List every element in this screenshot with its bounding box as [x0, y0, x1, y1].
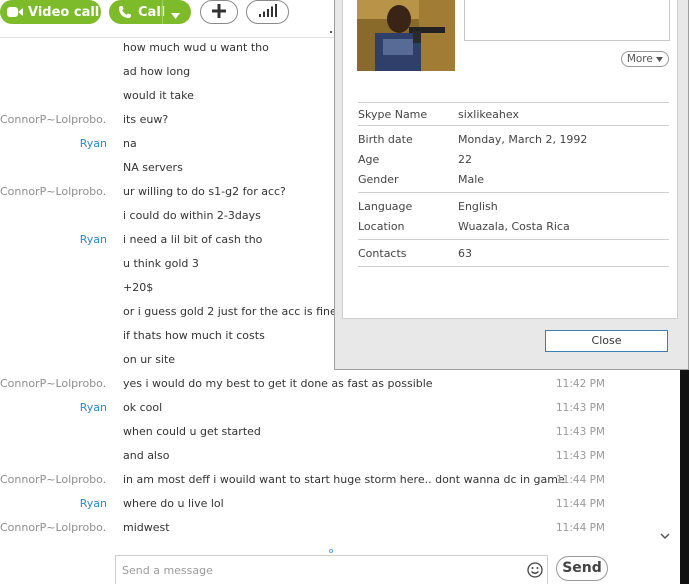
message-time: 11:43 PM [556, 426, 605, 438]
location-row: Location Wuazala, Costa Rica [358, 219, 668, 235]
message-text: in am most deff i wouild want to start h… [123, 473, 565, 486]
call-divider [162, 0, 163, 24]
video-call-button[interactable]: Video call [0, 0, 101, 24]
call-quality-button[interactable] [246, 0, 289, 24]
message-text: its euw? [123, 113, 169, 126]
message-row: ConnorP~Lolprobo... in am most deff i wo… [0, 468, 672, 492]
more-label: More [626, 53, 653, 65]
message-sender[interactable]: Ryan [0, 396, 107, 420]
window-edge [680, 370, 689, 584]
message-sender[interactable]: ConnorP~Lolprobo... [0, 372, 107, 396]
scroll-marker [330, 31, 332, 33]
message-text: ad how long [123, 65, 191, 78]
chevron-down-icon [656, 57, 664, 62]
add-participant-button[interactable] [200, 0, 238, 24]
message-text: ur willing to do s1-g2 for acc? [123, 185, 286, 198]
message-time: 11:44 PM [556, 522, 605, 534]
field-label: Location [358, 220, 405, 233]
smiley-icon[interactable] [527, 562, 543, 578]
message-text: where do u live lol [123, 497, 224, 510]
profile-panel: More Skype Name sixlikeahex Birth date M… [334, 0, 689, 370]
call-toolbar: Video call Call [0, 0, 340, 26]
message-text: NA servers [123, 161, 183, 174]
field-label: Gender [358, 173, 399, 186]
message-text: yes i would do my best to get it done as… [123, 377, 433, 390]
birth-date-row: Birth date Monday, March 2, 1992 [358, 132, 668, 148]
message-text: how much wud u want tho [123, 41, 269, 54]
message-text: na [123, 137, 137, 150]
message-time: 11:44 PM [556, 498, 605, 510]
message-row: Ryan ok cool 11:43 PM [0, 396, 672, 420]
chevron-down-icon[interactable] [171, 8, 180, 23]
field-label: Language [358, 200, 413, 213]
message-text: i could do within 2-3days [123, 209, 261, 222]
field-value: 63 [458, 247, 472, 260]
field-value: Wuazala, Costa Rica [458, 220, 570, 233]
field-label: Birth date [358, 133, 413, 146]
message-text: would it take [123, 89, 194, 102]
field-value: Male [458, 173, 485, 186]
field-label: Skype Name [358, 108, 428, 121]
profile-divider [358, 125, 669, 126]
message-text: or i guess gold 2 just for the acc is fi… [123, 305, 359, 318]
scroll-down-icon[interactable] [660, 531, 670, 541]
message-sender[interactable]: ConnorP~Lolprobo... [0, 516, 107, 540]
field-value: Monday, March 2, 1992 [458, 133, 588, 146]
message-text: +20$ [123, 281, 154, 294]
message-sender[interactable]: ConnorP~Lolprobo... [0, 180, 107, 204]
message-text: when could u get started [123, 425, 261, 438]
message-sender[interactable]: Ryan [0, 228, 107, 252]
message-text: and also [123, 449, 170, 462]
message-row: when could u get started 11:43 PM [0, 420, 672, 444]
field-label: Age [358, 153, 380, 166]
video-camera-icon [7, 4, 23, 20]
message-time: 11:43 PM [556, 450, 605, 462]
gender-row: Gender Male [358, 172, 668, 188]
message-time: 11:44 PM [556, 474, 605, 486]
plus-icon [212, 3, 226, 21]
message-sender[interactable]: ConnorP~Lolprobo... [0, 468, 107, 492]
message-text: midwest [123, 521, 170, 534]
resize-handle[interactable] [329, 549, 333, 553]
message-sender[interactable]: Ryan [0, 132, 107, 156]
message-sender[interactable]: Ryan [0, 492, 107, 516]
message-time: 11:43 PM [556, 402, 605, 414]
message-input[interactable] [122, 560, 512, 580]
message-row: Ryan where do u live lol 11:44 PM [0, 492, 672, 516]
profile-divider [358, 239, 669, 240]
message-row: and also 11:43 PM [0, 444, 672, 468]
message-time: 11:42 PM [556, 378, 605, 390]
language-row: Language English [358, 199, 668, 215]
message-composer [115, 555, 548, 584]
contacts-row: Contacts 63 [358, 246, 668, 262]
field-value: English [458, 200, 498, 213]
call-button[interactable]: Call [109, 0, 191, 24]
age-row: Age 22 [358, 152, 668, 168]
field-value: sixlikeahex [458, 108, 519, 121]
message-row: ConnorP~Lolprobo... yes i would do my be… [0, 372, 672, 396]
phone-icon [117, 4, 133, 20]
message-sender[interactable]: ConnorP~Lolprobo... [0, 108, 107, 132]
profile-card: More Skype Name sixlikeahex Birth date M… [342, 0, 678, 319]
message-text: if thats how much it costs [123, 329, 265, 342]
field-value: 22 [458, 153, 472, 166]
send-button[interactable]: Send [556, 556, 608, 581]
message-text: u think gold 3 [123, 257, 199, 270]
more-button[interactable]: More [621, 51, 669, 67]
close-button[interactable]: Close [545, 330, 668, 352]
message-text: ok cool [123, 401, 163, 414]
message-text: on ur site [123, 353, 176, 366]
skype-name-row: Skype Name sixlikeahex [358, 107, 668, 123]
profile-divider [358, 266, 669, 267]
field-label: Contacts [358, 247, 407, 260]
video-call-label: Video call [28, 4, 100, 20]
profile-divider [358, 192, 669, 193]
profile-divider [358, 102, 669, 103]
signal-bars-icon [258, 4, 277, 20]
message-text: i need a lil bit of cash tho [123, 233, 263, 246]
message-row: ConnorP~Lolprobo... midwest 11:44 PM [0, 516, 672, 540]
mood-message-box [464, 0, 670, 41]
avatar [357, 0, 455, 71]
